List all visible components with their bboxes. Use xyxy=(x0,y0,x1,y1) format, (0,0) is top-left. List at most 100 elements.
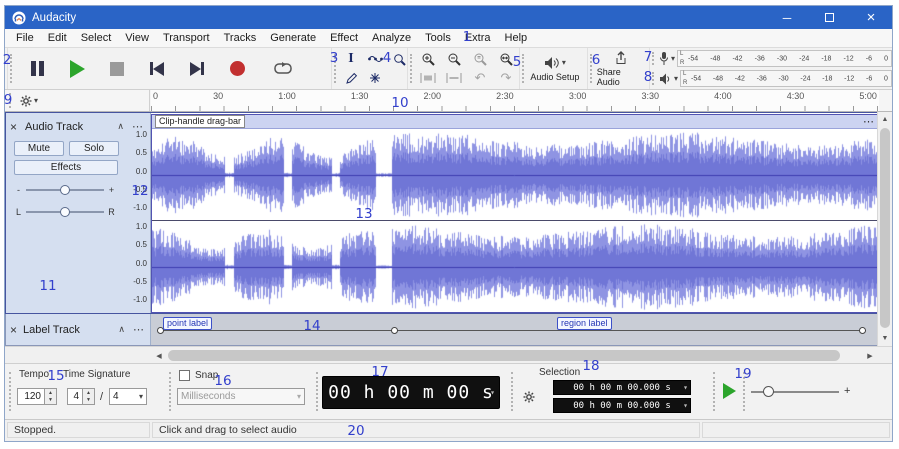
audio-clip[interactable]: Clip-handle drag-bar ⋯ xyxy=(151,114,878,313)
ts-spin-arrows[interactable]: ▲▼ xyxy=(83,388,95,405)
selection-end-dropdown-icon[interactable]: ▾ xyxy=(683,401,688,410)
zoom-fit-project-button[interactable] xyxy=(499,52,513,66)
undo-button[interactable]: ↶ xyxy=(475,70,486,86)
loop-button[interactable] xyxy=(267,54,299,84)
stop-button[interactable] xyxy=(101,54,133,84)
tempo-value[interactable]: 120 xyxy=(17,388,45,405)
menu-item[interactable]: File xyxy=(9,29,41,48)
playback-meter-dropdown-icon[interactable]: ▾ xyxy=(674,74,678,83)
ts-upper-spinner[interactable]: 4 ▲▼ xyxy=(67,388,95,405)
edit-toolbar-grip[interactable] xyxy=(410,54,412,83)
menu-item[interactable]: Tools xyxy=(418,29,458,48)
gain-slider-thumb[interactable] xyxy=(60,185,70,195)
vertical-scroll-thumb[interactable] xyxy=(880,128,890,328)
tempo-spin-down-icon[interactable]: ▼ xyxy=(45,397,56,405)
solo-button[interactable]: Solo xyxy=(69,141,119,156)
playback-meter[interactable]: ▾ L R -54-48-42-36-30-24-18-12-60 xyxy=(650,69,892,88)
label-track-content[interactable]: point label region label xyxy=(151,314,878,345)
play-button[interactable] xyxy=(61,54,93,84)
tempo-spin-up-icon[interactable]: ▲ xyxy=(45,389,56,397)
draw-tool-button[interactable] xyxy=(345,72,358,85)
transport-toolbar-grip[interactable] xyxy=(10,54,14,83)
tempo-grip[interactable] xyxy=(9,372,13,411)
skip-to-end-button[interactable] xyxy=(181,54,213,84)
speed-grip[interactable] xyxy=(713,372,717,411)
ts-upper-value[interactable]: 4 xyxy=(67,388,83,405)
recording-meter-grip[interactable] xyxy=(652,52,656,65)
close-button[interactable]: × xyxy=(850,6,892,29)
silence-audio-button[interactable] xyxy=(446,72,462,84)
time-display[interactable]: 00 h 00 m 00 s ▾ xyxy=(322,376,500,409)
tools-toolbar-grip[interactable] xyxy=(334,54,336,83)
audio-track-title[interactable]: Audio Track xyxy=(25,121,83,133)
snap-checkbox[interactable] xyxy=(179,370,190,381)
menu-item[interactable]: Generate xyxy=(263,29,323,48)
tempo-spinner[interactable]: 120 ▲▼ xyxy=(17,388,57,405)
selection-start-field[interactable]: 00 h 00 m 00.000 s ▾ xyxy=(553,380,691,395)
ts-spin-up-icon[interactable]: ▲ xyxy=(83,389,94,397)
clip-title[interactable]: Clip-handle drag-bar xyxy=(155,115,245,128)
collapse-label-track-button[interactable]: ∧ xyxy=(118,324,125,335)
menu-item[interactable]: Extra xyxy=(458,29,498,48)
selection-start-dropdown-icon[interactable]: ▾ xyxy=(683,383,688,392)
region-start-handle[interactable] xyxy=(391,327,398,334)
scroll-left-button[interactable]: ◀ xyxy=(151,348,167,363)
tempo-spin-arrows[interactable]: ▲▼ xyxy=(45,388,57,405)
skip-to-start-button[interactable] xyxy=(141,54,173,84)
selection-grip[interactable] xyxy=(511,372,515,411)
vertical-scrollbar[interactable]: ▲ ▼ xyxy=(877,112,892,346)
envelope-tool-button[interactable] xyxy=(368,53,383,65)
waveform-channel-1[interactable] xyxy=(152,129,877,221)
zoom-tool-button[interactable] xyxy=(393,53,406,66)
playback-meter-grip[interactable] xyxy=(652,72,656,85)
region-label[interactable]: region label xyxy=(557,317,612,330)
menu-item[interactable]: Help xyxy=(498,29,535,48)
selection-settings-button[interactable] xyxy=(523,390,535,408)
time-grip[interactable] xyxy=(316,372,320,411)
selection-end-field[interactable]: 00 h 00 m 00.000 s ▾ xyxy=(553,398,691,413)
timeline-grip[interactable] xyxy=(9,93,13,108)
timeline-ruler[interactable]: 0301:001:302:002:303:003:304:004:305:00 xyxy=(151,90,879,111)
pan-slider[interactable]: L R xyxy=(15,205,115,219)
pan-slider-thumb[interactable] xyxy=(60,207,70,217)
menu-item[interactable]: Effect xyxy=(323,29,365,48)
scroll-up-button[interactable]: ▲ xyxy=(878,112,892,127)
recording-meter-bar[interactable]: L R -54-48-42-36-30-24-18-12-60 xyxy=(677,50,892,67)
gain-slider[interactable]: - + xyxy=(15,183,115,197)
close-track-button[interactable]: × xyxy=(10,120,23,134)
clip-menu-button[interactable]: ⋯ xyxy=(863,117,874,127)
scroll-down-button[interactable]: ▼ xyxy=(878,331,892,346)
waveform-channel-2[interactable] xyxy=(152,221,877,313)
horizontal-scroll-thumb[interactable] xyxy=(168,350,840,361)
zoom-out-button[interactable] xyxy=(447,52,461,66)
trim-audio-button[interactable] xyxy=(420,72,436,84)
minimize-button[interactable]: ─ xyxy=(766,6,808,29)
menu-item[interactable]: Tracks xyxy=(217,29,264,48)
pan-slider-track[interactable] xyxy=(26,211,104,213)
menu-item[interactable]: Analyze xyxy=(365,29,418,48)
scroll-right-button[interactable]: ▶ xyxy=(862,348,878,363)
snap-mode-select[interactable]: Milliseconds ▾ xyxy=(177,388,305,405)
gain-slider-track[interactable] xyxy=(26,189,104,191)
zoom-to-selection-button[interactable] xyxy=(473,52,487,66)
play-at-speed-button[interactable] xyxy=(723,383,736,399)
timeline-options-button[interactable]: ▾ xyxy=(20,95,38,107)
ts-spin-down-icon[interactable]: ▼ xyxy=(83,397,94,405)
redo-button[interactable]: ↷ xyxy=(501,70,512,86)
ts-lower-select[interactable]: 4 ▾ xyxy=(109,388,147,405)
share-audio-button[interactable]: Share Audio xyxy=(597,48,645,89)
menu-item[interactable]: Select xyxy=(74,29,119,48)
zoom-in-button[interactable] xyxy=(421,52,435,66)
menu-item[interactable]: Edit xyxy=(41,29,74,48)
horizontal-scrollbar[interactable]: ◀ ▶ xyxy=(5,346,892,363)
speed-slider-thumb[interactable] xyxy=(763,386,774,397)
audio-setup-button[interactable]: ▾ Audio Setup xyxy=(529,48,581,89)
menu-item[interactable]: View xyxy=(118,29,156,48)
label-track-menu-button[interactable]: ⋯ xyxy=(133,323,144,336)
time-display-dropdown-icon[interactable]: ▾ xyxy=(490,388,496,397)
playback-meter-bar[interactable]: L R -54-48-42-36-30-24-18-12-60 xyxy=(680,70,892,87)
waveform-canvas-2[interactable] xyxy=(152,221,877,313)
clip-handle-drag-bar[interactable]: Clip-handle drag-bar ⋯ xyxy=(152,115,877,129)
menu-item[interactable]: Transport xyxy=(156,29,217,48)
selection-tool-button[interactable]: I xyxy=(348,51,353,67)
